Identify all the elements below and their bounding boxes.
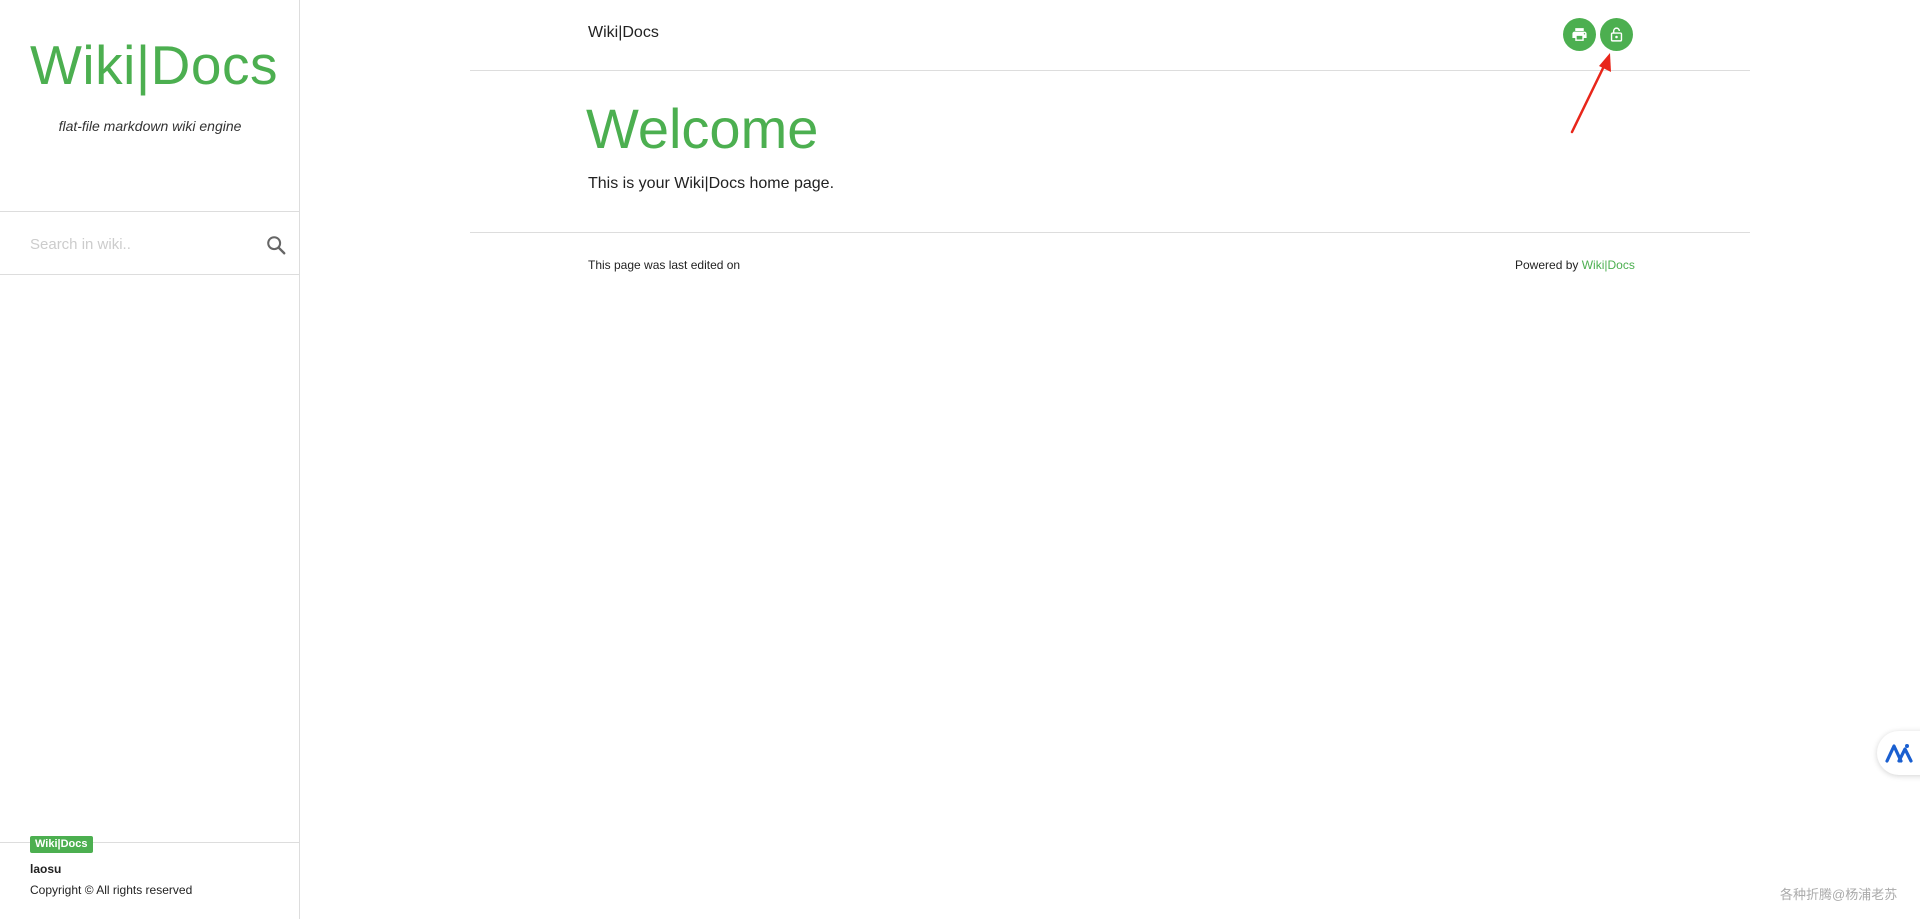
header-divider <box>470 70 1750 71</box>
annotation-arrow-icon <box>1570 53 1611 134</box>
assistant-logo-icon <box>1885 744 1913 763</box>
login-button[interactable] <box>1600 18 1633 51</box>
last-edited-text: This page was last edited on <box>588 258 741 272</box>
powered-by: Powered by Wiki|Docs <box>1515 258 1635 272</box>
page-title: Welcome <box>586 97 819 160</box>
print-button[interactable] <box>1563 18 1596 51</box>
powered-by-prefix: Powered by <box>1515 258 1582 272</box>
print-icon <box>1572 28 1587 41</box>
floating-assistant-button[interactable] <box>1877 731 1920 775</box>
header-title[interactable]: Wiki|Docs <box>588 24 659 42</box>
search-input[interactable] <box>30 230 250 258</box>
content-divider <box>470 232 1750 233</box>
footer-copyright: Copyright © All rights reserved <box>30 883 193 897</box>
page-body-text: This is your Wiki|Docs home page. <box>588 175 835 192</box>
powered-by-link[interactable]: Wiki|Docs <box>1582 258 1635 272</box>
brand-subtitle: flat-file markdown wiki engine <box>58 118 242 134</box>
lock-open-icon <box>1610 27 1623 42</box>
search-box <box>0 211 299 275</box>
search-icon[interactable] <box>265 234 287 256</box>
footer-username: laosu <box>30 862 62 876</box>
brand-title[interactable]: Wiki|Docs <box>30 30 278 100</box>
watermark-text: 各种折腾@杨浦老苏 <box>1780 887 1898 902</box>
wikidocs-badge[interactable]: Wiki|Docs <box>30 836 93 853</box>
sidebar: Wiki|Docs flat-file markdown wiki engine… <box>0 0 300 919</box>
